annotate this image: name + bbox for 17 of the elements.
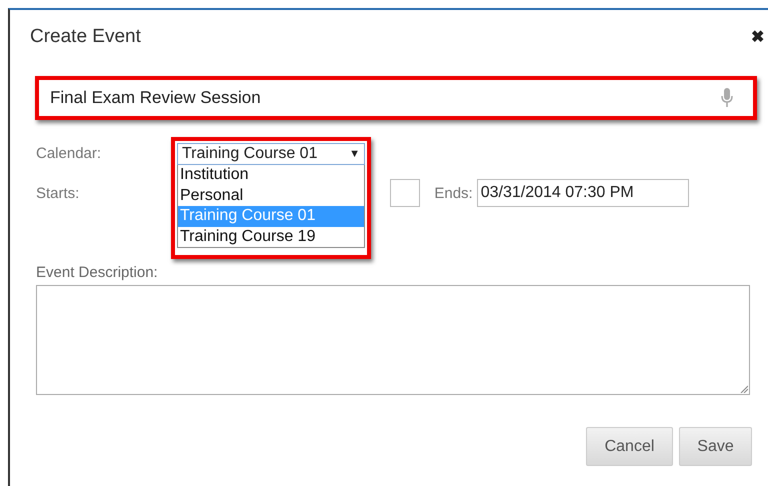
starts-field[interactable] bbox=[390, 179, 420, 207]
cancel-button[interactable]: Cancel bbox=[586, 427, 673, 466]
dropdown-option[interactable]: Institution bbox=[178, 165, 364, 186]
resize-grip-icon[interactable] bbox=[740, 385, 748, 393]
ends-label: Ends: bbox=[434, 184, 473, 202]
ends-field[interactable]: 03/31/2014 07:30 PM bbox=[476, 179, 689, 207]
description-field[interactable] bbox=[36, 285, 750, 395]
save-button[interactable]: Save bbox=[679, 427, 752, 466]
close-button[interactable]: ✖ bbox=[751, 27, 764, 47]
dropdown-option[interactable]: Personal bbox=[178, 186, 364, 206]
calendar-select[interactable]: Training Course 01 ▼ bbox=[177, 143, 365, 165]
description-label: Event Description: bbox=[36, 264, 159, 281]
calendar-label: Calendar: bbox=[36, 144, 102, 162]
starts-label: Starts: bbox=[36, 184, 80, 202]
microphone-icon[interactable] bbox=[721, 88, 733, 108]
dialog-title: Create Event bbox=[30, 26, 141, 48]
dropdown-option[interactable]: Training Course 19 bbox=[178, 226, 364, 247]
